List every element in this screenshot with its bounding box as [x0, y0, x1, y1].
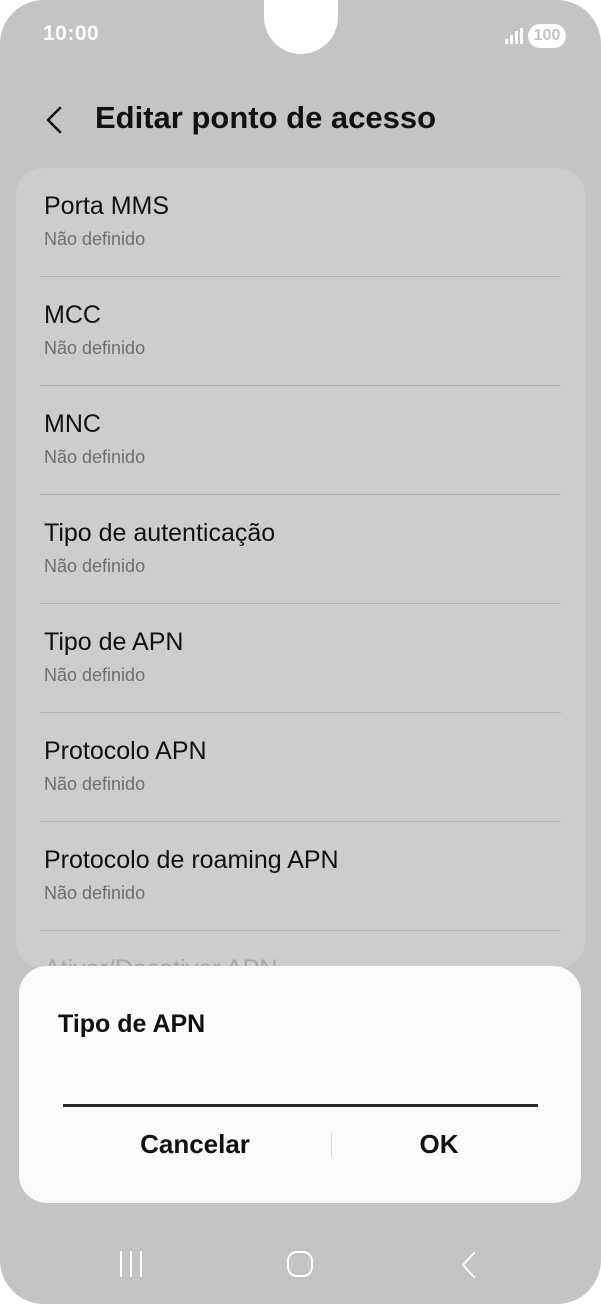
phone-screen: 10:00 100 Editar ponto de acesso Porta M… — [0, 0, 601, 1304]
battery-icon: 100 — [528, 24, 566, 48]
signal-icon — [505, 28, 523, 44]
app-header: Editar ponto de acesso — [0, 90, 601, 150]
setting-label: MCC — [44, 301, 101, 329]
setting-value: Não definido — [44, 883, 146, 903]
apn-type-dialog: Tipo de APN Cancelar OK — [19, 966, 581, 1203]
status-bar: 10:00 100 — [0, 0, 601, 70]
setting-label: Protocolo APN — [44, 737, 207, 765]
home-icon[interactable] — [287, 1251, 313, 1277]
page-title: Editar ponto de acesso — [95, 100, 437, 135]
dialog-title: Tipo de APN — [58, 1010, 206, 1038]
setting-value: Não definido — [44, 338, 146, 358]
setting-row-mnc[interactable]: MNC Não definido — [16, 386, 585, 495]
setting-row-tipo-apn[interactable]: Tipo de APN Não definido — [16, 604, 585, 713]
setting-value: Não definido — [44, 556, 146, 576]
setting-value: Não definido — [44, 447, 146, 467]
setting-label: Porta MMS — [44, 192, 170, 220]
recent-apps-icon[interactable] — [117, 1251, 147, 1279]
setting-value: Não definido — [44, 229, 146, 249]
setting-row-tipo-autenticacao[interactable]: Tipo de autenticação Não definido — [16, 495, 585, 604]
navigation-bar — [0, 1225, 601, 1304]
back-icon[interactable] — [458, 1249, 480, 1281]
cancel-button[interactable]: Cancelar — [65, 1116, 325, 1172]
setting-row-porta-mms[interactable]: Porta MMS Não definido — [16, 168, 585, 277]
setting-label: MNC — [44, 410, 101, 438]
status-time: 10:00 — [43, 22, 100, 45]
setting-row-protocolo-apn[interactable]: Protocolo APN Não definido — [16, 713, 585, 822]
setting-label: Tipo de APN — [44, 628, 184, 656]
setting-row-mcc[interactable]: MCC Não definido — [16, 277, 585, 386]
apn-type-input[interactable] — [63, 1076, 538, 1107]
settings-list: Porta MMS Não definido MCC Não definido … — [16, 168, 585, 968]
setting-label: Protocolo de roaming APN — [44, 846, 339, 874]
camera-notch — [264, 0, 338, 54]
setting-value: Não definido — [44, 665, 146, 685]
setting-value: Não definido — [44, 774, 146, 794]
setting-label: Tipo de autenticação — [44, 519, 276, 547]
setting-row-ativar-desativar-apn[interactable]: Ativar/Desativar APN — [16, 931, 585, 968]
setting-row-protocolo-roaming-apn[interactable]: Protocolo de roaming APN Não definido — [16, 822, 585, 931]
chevron-left-icon[interactable] — [40, 102, 72, 138]
ok-button[interactable]: OK — [309, 1116, 569, 1172]
